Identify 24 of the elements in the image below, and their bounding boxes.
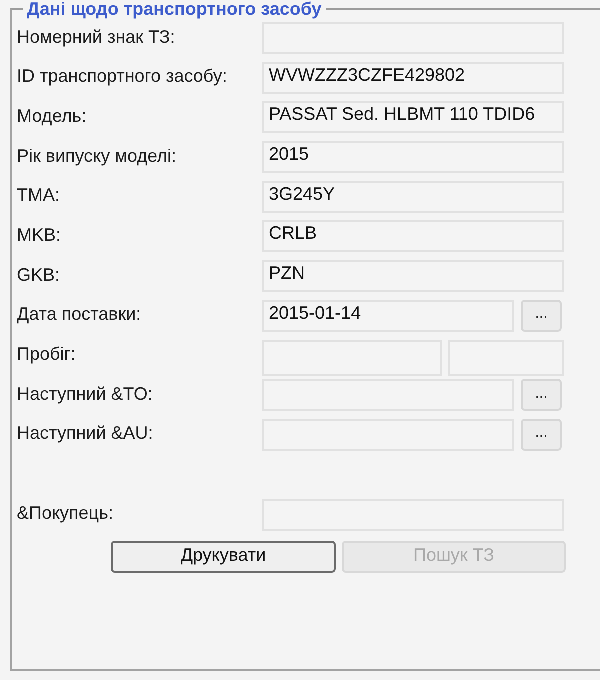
field-label: Рік випуску моделі: bbox=[17, 146, 178, 168]
field-label: ID транспортного засобу: bbox=[17, 66, 228, 88]
picker-button[interactable]: ... bbox=[521, 379, 562, 412]
input-field[interactable]: 2015 bbox=[262, 141, 564, 174]
input-field[interactable]: 3G245Y bbox=[262, 180, 564, 213]
field-label: &Покупець: bbox=[17, 503, 114, 526]
field-label: Наступний &TO: bbox=[17, 384, 154, 406]
input-field[interactable]: CRLB bbox=[262, 220, 564, 252]
field-label: MKB: bbox=[17, 224, 62, 247]
field-label: GKB: bbox=[17, 264, 62, 287]
picker-button[interactable]: ... bbox=[521, 418, 562, 451]
field-label: Пробіг: bbox=[17, 344, 77, 366]
input-field[interactable]: WVWZZZ3CZFE429802 bbox=[262, 62, 564, 94]
field-label: Наступний &AU: bbox=[17, 423, 154, 446]
dialog-button[interactable]: Друкувати bbox=[111, 540, 336, 573]
picker-button[interactable]: ... bbox=[521, 300, 562, 332]
input-field[interactable]: PASSAT Sed. HLBMT 110 TDID6 bbox=[262, 101, 564, 134]
group-title: Дані щодо транспортного засобу bbox=[26, 0, 323, 18]
field-label: Номерний знак ТЗ: bbox=[17, 26, 176, 49]
input-field[interactable]: PZN bbox=[262, 260, 564, 292]
field-label: Дата поставки: bbox=[17, 304, 142, 326]
field-label: TMA: bbox=[17, 185, 61, 208]
field-label: Модель: bbox=[17, 106, 88, 128]
input-field[interactable]: 2015-01-14 bbox=[262, 300, 514, 332]
